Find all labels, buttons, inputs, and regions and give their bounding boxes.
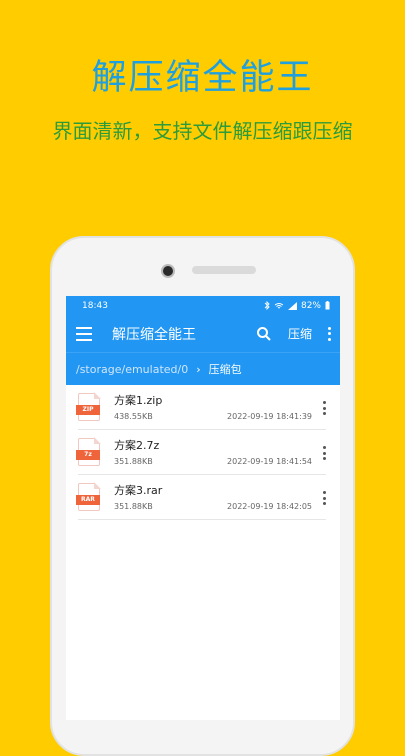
file-type-badge: 7z	[76, 450, 100, 460]
promo-tagline: 界面清新，支持文件解压缩跟压缩	[52, 119, 353, 143]
chevron-right-icon: ›	[196, 362, 201, 376]
status-time: 18:43	[82, 300, 108, 311]
zip-file-icon: ZIP	[76, 392, 101, 421]
file-name: 方案1.zip	[114, 394, 163, 407]
more-vert-icon[interactable]	[328, 326, 332, 341]
more-vert-icon[interactable]	[323, 446, 326, 460]
file-size: 351.88KB	[114, 457, 153, 466]
search-icon[interactable]	[256, 326, 272, 342]
file-list: ZIP 方案1.zip 438.55KB 2022-09-19 18:41:39…	[66, 385, 340, 520]
hamburger-menu-icon[interactable]	[76, 326, 92, 341]
status-indicators: 82%	[264, 301, 330, 311]
file-date: 2022-09-19 18:41:39	[227, 412, 312, 421]
7z-file-icon: 7z	[76, 437, 101, 466]
app-title: 解压缩全能王	[112, 326, 196, 343]
file-date: 2022-09-19 18:42:05	[227, 502, 312, 511]
file-name: 方案2.7z	[114, 439, 160, 452]
status-bar: 18:43 82%	[66, 296, 340, 315]
file-size: 351.88KB	[114, 502, 153, 511]
more-vert-icon[interactable]	[323, 401, 326, 415]
file-type-badge: ZIP	[76, 405, 100, 415]
file-size: 438.55KB	[114, 412, 153, 421]
phone-camera	[161, 264, 175, 278]
rar-file-icon: RAR	[76, 482, 101, 511]
phone-speaker	[192, 266, 256, 274]
battery-icon	[325, 301, 330, 310]
file-date: 2022-09-19 18:41:54	[227, 457, 312, 466]
app-screen: 18:43 82% 解压缩全能王 压缩 /storage/emulated/0 …	[66, 296, 340, 720]
file-row[interactable]: RAR 方案3.rar 351.88KB 2022-09-19 18:42:05	[76, 475, 326, 520]
compress-button[interactable]: 压缩	[288, 325, 312, 342]
bluetooth-icon	[264, 301, 270, 310]
breadcrumb: /storage/emulated/0 › 压缩包	[66, 352, 340, 385]
promo-headline: 解压缩全能王	[91, 58, 314, 98]
file-name: 方案3.rar	[114, 484, 163, 497]
breadcrumb-current[interactable]: 压缩包	[209, 361, 242, 377]
file-type-badge: RAR	[76, 495, 100, 505]
battery-percent: 82%	[300, 300, 321, 311]
app-toolbar: 解压缩全能王 压缩	[66, 315, 340, 352]
signal-icon	[287, 301, 297, 310]
breadcrumb-root[interactable]: /storage/emulated/0	[76, 363, 188, 376]
wifi-icon	[274, 302, 284, 308]
file-row[interactable]: ZIP 方案1.zip 438.55KB 2022-09-19 18:41:39	[76, 385, 326, 430]
more-vert-icon[interactable]	[323, 491, 326, 505]
file-row[interactable]: 7z 方案2.7z 351.88KB 2022-09-19 18:41:54	[76, 430, 326, 475]
